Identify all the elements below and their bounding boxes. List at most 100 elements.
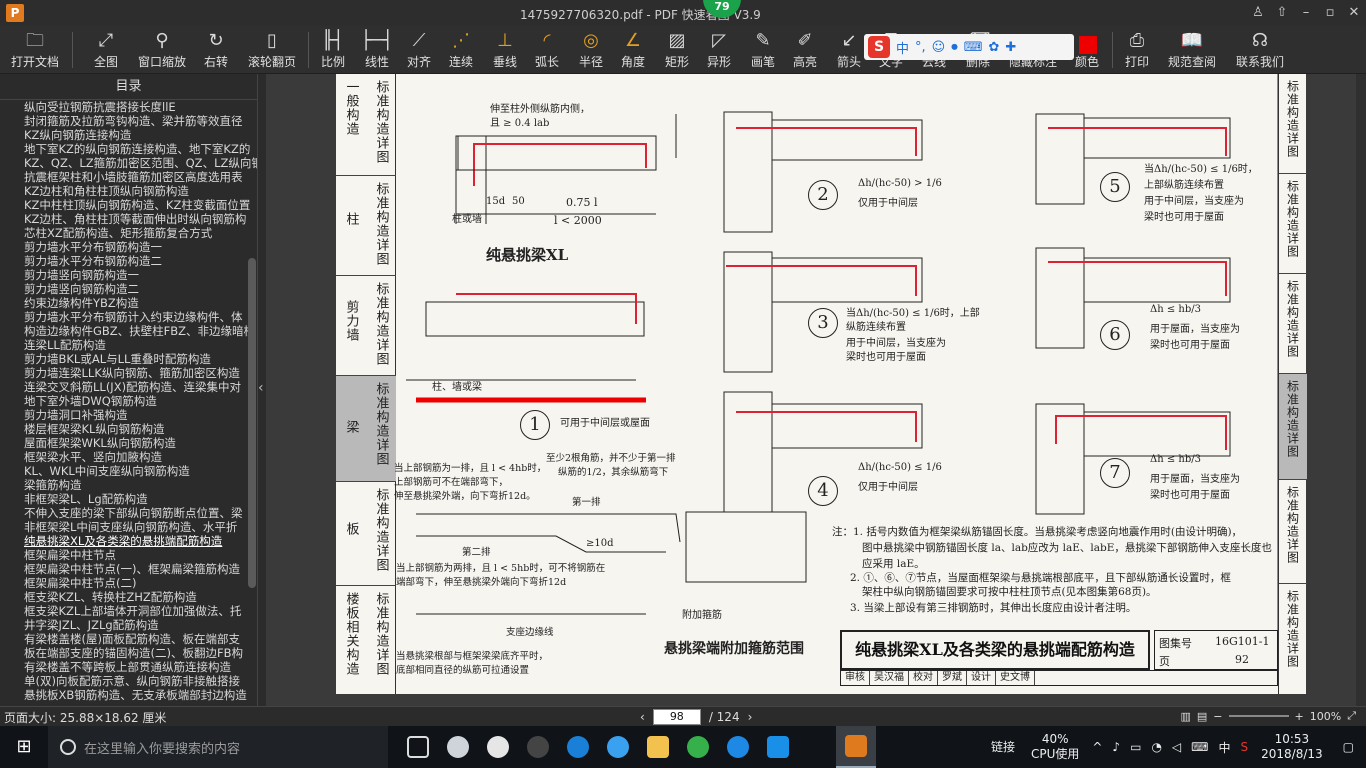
minimize-button[interactable]: –	[1294, 0, 1318, 26]
notification-bell-icon[interactable]: ♪	[1107, 740, 1125, 754]
toc-item[interactable]: 剪力墙水平分布钢筋构造一	[0, 240, 257, 254]
ime-tools-icon[interactable]: ✚	[1005, 40, 1016, 55]
toc-item[interactable]: 剪力墙水平分布钢筋构造二	[0, 254, 257, 268]
align-button[interactable]: ⟋ 对齐	[400, 28, 438, 72]
toc-item[interactable]: 抗震框架柱和小墙肢箍筋加密区高度选用表	[0, 170, 257, 184]
linear-button[interactable]: ├─┤ 线性	[358, 28, 396, 72]
pen-button[interactable]: ✎ 画笔	[744, 28, 782, 72]
toc-item[interactable]: 不伸入支座的梁下部纵向钢筋断点位置、梁	[0, 506, 257, 520]
next-page-icon[interactable]: ›	[748, 710, 753, 724]
toc-item[interactable]: KZ中柱柱顶纵向钢筋构造、KZ柱变截面位置	[0, 198, 257, 212]
toc-item[interactable]: 框架扁梁中柱节点(一)、框架扁梁箍筋构造	[0, 562, 257, 576]
volume-icon[interactable]: ◁	[1167, 740, 1186, 754]
pdf-viewer-task-icon[interactable]	[836, 726, 876, 768]
toc-item[interactable]: 剪力墙洞口补强构造	[0, 408, 257, 422]
ime-keyboard-icon[interactable]: ⌨	[964, 40, 983, 55]
wheel-page-button[interactable]: ▯ 滚轮翻页	[244, 28, 300, 72]
zoom-slider[interactable]	[1228, 715, 1289, 717]
contact-us-button[interactable]: ☊ 联系我们	[1230, 28, 1290, 72]
toc-item[interactable]: 构造边缘构件GBZ、扶壁柱FBZ、非边缘暗柱	[0, 324, 257, 338]
sogou-tray-icon[interactable]: S	[1236, 740, 1254, 754]
ime-voice-icon[interactable]: ⏺	[951, 40, 958, 55]
app-logo-icon[interactable]: P	[6, 4, 24, 22]
toc-item[interactable]: KZ边柱和角柱柱顶纵向钢筋构造	[0, 184, 257, 198]
rectangle-button[interactable]: ▨ 矩形	[658, 28, 696, 72]
single-page-icon[interactable]: ▥	[1180, 710, 1190, 723]
user-icon[interactable]: ♙	[1246, 0, 1270, 26]
page-number-input[interactable]: 98	[652, 709, 701, 725]
zoom-window-button[interactable]: ⚲ 窗口缩放	[134, 28, 190, 72]
toc-scrollbar[interactable]	[248, 258, 256, 588]
toc-item[interactable]: 剪力墙水平分布钢筋计入约束边缘构件、体	[0, 310, 257, 324]
toc-item[interactable]: 封闭箍筋及拉筋弯钩构造、梁并筋等效直径	[0, 114, 257, 128]
network-icon[interactable]: ◔	[1146, 740, 1166, 754]
toc-item[interactable]: 剪力墙连梁LLK纵向钢筋、箍筋加密区构造	[0, 366, 257, 380]
arrow-button[interactable]: ↙ 箭头	[830, 28, 868, 72]
angle-button[interactable]: ∠ 角度	[614, 28, 652, 72]
continuous-page-icon[interactable]: ▤	[1197, 710, 1207, 723]
toc-item[interactable]: 有梁楼盖不等跨板上部贯通纵筋连接构造	[0, 660, 257, 674]
clock[interactable]: 10:53 2018/8/13	[1253, 732, 1331, 762]
continuous-button[interactable]: ⋰ 连续	[442, 28, 480, 72]
toc-item[interactable]: 地下室KZ的纵向钢筋连接构造、地下室KZ的	[0, 142, 257, 156]
chrome-like-icon[interactable]	[518, 726, 558, 768]
toc-item[interactable]: 框支梁KZL、转换柱ZHZ配筋构造	[0, 590, 257, 604]
toc-item[interactable]: 框架梁水平、竖向加腋构造	[0, 450, 257, 464]
ime-punctuation[interactable]: °,	[915, 40, 926, 55]
action-center-icon[interactable]: ▢	[1331, 740, 1366, 754]
print-button[interactable]: ⎙ 打印	[1118, 28, 1156, 72]
toc-item[interactable]: 约束边缘构件YBZ构造	[0, 296, 257, 310]
toc-item[interactable]: KZ、QZ、LZ箍筋加密区范围、QZ、LZ纵向钢	[0, 156, 257, 170]
toc-item[interactable]: 纵向受拉钢筋抗震搭接长度llE	[0, 100, 257, 114]
zoom-in-icon[interactable]: +	[1295, 710, 1304, 723]
collapse-sidebar-icon[interactable]: ‹	[258, 380, 266, 400]
open-document-button[interactable]: 🗀 打开文档	[6, 28, 64, 72]
toc-item[interactable]: 梁箍筋构造	[0, 478, 257, 492]
ime-skin-icon[interactable]: ✿	[988, 40, 999, 55]
taskbar-search[interactable]: 在这里输入你要搜索的内容	[48, 726, 388, 768]
toc-item[interactable]: 连梁LL配筋构造	[0, 338, 257, 352]
toc-item[interactable]: KL、WKL中间支座纵向钢筋构造	[0, 464, 257, 478]
toc-item[interactable]: KZ纵向钢筋连接构造	[0, 128, 257, 142]
ime-indicator[interactable]: 中	[1213, 739, 1235, 756]
spec-lookup-button[interactable]: 📖 规范查阅	[1164, 28, 1220, 72]
file-explorer-icon[interactable]	[638, 726, 678, 768]
edge-icon[interactable]	[558, 726, 598, 768]
ie-icon[interactable]	[598, 726, 638, 768]
polygon-button[interactable]: ◸ 异形	[700, 28, 738, 72]
toc-item[interactable]: 非框架梁L、Lg配筋构造	[0, 492, 257, 506]
sogou-ime-bar[interactable]: S 中 °, ☺ ⏺ ⌨ ✿ ✚	[864, 34, 1074, 60]
battery-icon[interactable]: ▭	[1125, 740, 1146, 754]
green-browser-icon[interactable]	[678, 726, 718, 768]
toc-item[interactable]: 剪力墙BKL或AL与LL重叠时配筋构造	[0, 352, 257, 366]
toc-item[interactable]: 非框架梁L中间支座纵向钢筋构造、水平折	[0, 520, 257, 534]
arc-length-button[interactable]: ◜ 弧长	[528, 28, 566, 72]
ime-chinese-mode[interactable]: 中	[896, 38, 909, 57]
toc-item[interactable]: 框架扁梁中柱节点(二)	[0, 576, 257, 590]
zoom-out-icon[interactable]: −	[1213, 710, 1222, 723]
toc-item[interactable]: 连梁交叉斜筋LL(JX)配筋构造、连梁集中对	[0, 380, 257, 394]
fan-app-icon[interactable]	[438, 726, 478, 768]
tray-expand-icon[interactable]: ^	[1087, 740, 1107, 754]
cross-app-icon[interactable]	[758, 726, 798, 768]
task-view-icon[interactable]	[398, 726, 438, 768]
cpu-meter[interactable]: 40% CPU使用	[1023, 732, 1087, 762]
maximize-button[interactable]: ▫	[1318, 0, 1342, 26]
settings-icon[interactable]: ⇧	[1270, 0, 1294, 26]
toc-item[interactable]: 框支梁KZL上部墙体开洞部位加强做法、托	[0, 604, 257, 618]
scale-button[interactable]: ╟┤ 比例	[314, 28, 352, 72]
toc-item[interactable]: 有梁楼盖楼(屋)面板配筋构造、板在端部支	[0, 632, 257, 646]
radius-button[interactable]: ◎ 半径	[572, 28, 610, 72]
toc-item[interactable]: 井字梁JZL、JZLg配筋构造	[0, 618, 257, 632]
ie-old-icon[interactable]	[478, 726, 518, 768]
toc-item[interactable]: 地下室外墙DWQ钢筋构造	[0, 394, 257, 408]
close-button[interactable]: ✕	[1342, 0, 1366, 26]
rotate-right-button[interactable]: ↻ 右转	[196, 28, 236, 72]
toc-item[interactable]: 框架扁梁中柱节点	[0, 548, 257, 562]
toc-item[interactable]: KZ边柱、角柱柱顶等截面伸出时纵向钢筋构	[0, 212, 257, 226]
tray-link[interactable]: 链接	[983, 740, 1023, 755]
windows-start-icon[interactable]: ⊞	[0, 726, 48, 768]
color-swatch-red[interactable]	[1079, 36, 1097, 54]
keyboard-icon[interactable]: ⌨	[1186, 740, 1213, 754]
toc-item[interactable]: 悬挑板XB钢筋构造、无支承板端部封边构造	[0, 688, 257, 702]
